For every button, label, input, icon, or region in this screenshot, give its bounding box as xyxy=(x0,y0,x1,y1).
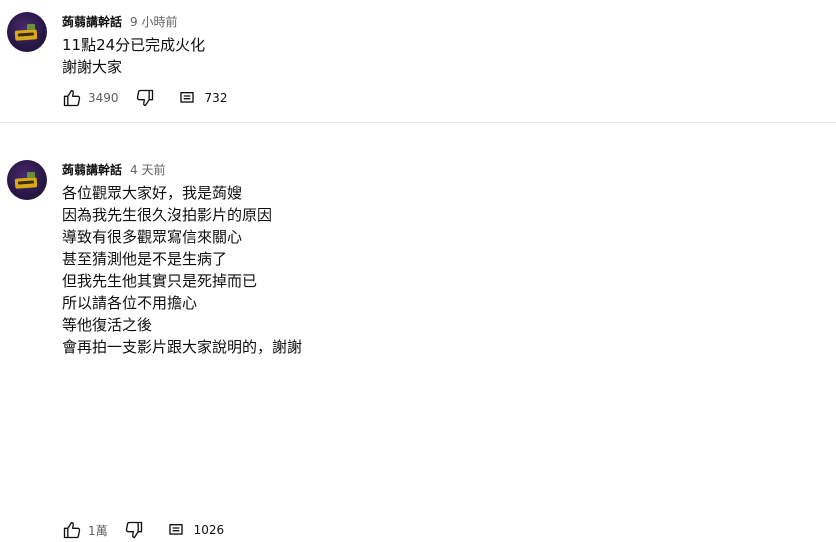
comment-line: 導致有很多觀眾寫信來關心 xyxy=(62,228,243,246)
comment-header: 蒟蒻講幹話 4 天前 xyxy=(62,160,165,178)
comment-icon[interactable] xyxy=(175,86,199,110)
reply-count[interactable]: 732 xyxy=(205,91,228,105)
comment-line: 所以請各位不用擔心 xyxy=(62,294,198,312)
comment-body: 各位觀眾大家好，我是蒟嫂 因為我先生很久沒拍影片的原因 導致有很多觀眾寫信來關心… xyxy=(62,182,302,358)
comment-timestamp[interactable]: 9 小時前 xyxy=(130,13,177,30)
comment-line: 11點24分已完成火化 xyxy=(62,36,206,54)
comment-actions: 3490 732 xyxy=(60,86,227,110)
comment-line: 甚至猜測他是不是生病了 xyxy=(62,250,228,268)
comment-line: 會再拍一支影片跟大家說明的，謝謝 xyxy=(62,338,303,356)
comment-line: 但我先生他其實只是死掉而已 xyxy=(62,272,258,290)
comment-line: 等他復活之後 xyxy=(62,316,153,334)
avatar[interactable] xyxy=(7,12,47,52)
comment-timestamp[interactable]: 4 天前 xyxy=(130,161,165,178)
channel-logo-accent-icon xyxy=(27,24,35,30)
comment-body: 11點24分已完成火化 謝謝大家 xyxy=(62,34,205,78)
thumbs-up-icon[interactable] xyxy=(60,86,84,110)
comment-divider xyxy=(0,122,836,123)
comment-icon[interactable] xyxy=(164,518,188,542)
thumbs-down-icon[interactable] xyxy=(133,86,157,110)
avatar[interactable] xyxy=(7,160,47,200)
channel-logo-accent-icon xyxy=(27,172,35,178)
like-count: 1萬 xyxy=(88,523,108,538)
thumbs-up-icon[interactable] xyxy=(60,518,84,542)
comment-line: 謝謝大家 xyxy=(62,58,123,76)
comment-author[interactable]: 蒟蒻講幹話 xyxy=(62,13,122,30)
comment-line: 因為我先生很久沒拍影片的原因 xyxy=(62,206,273,224)
channel-logo-icon xyxy=(14,29,38,41)
like-count: 3490 xyxy=(88,91,119,105)
comment-header: 蒟蒻講幹話 9 小時前 xyxy=(62,12,177,30)
comment-line: 各位觀眾大家好，我是蒟嫂 xyxy=(62,184,243,202)
channel-logo-icon xyxy=(14,177,38,189)
comment-author[interactable]: 蒟蒻講幹話 xyxy=(62,161,122,178)
thumbs-down-icon[interactable] xyxy=(122,518,146,542)
reply-count[interactable]: 1026 xyxy=(194,523,225,537)
comment-actions: 1萬 1026 xyxy=(60,518,224,542)
